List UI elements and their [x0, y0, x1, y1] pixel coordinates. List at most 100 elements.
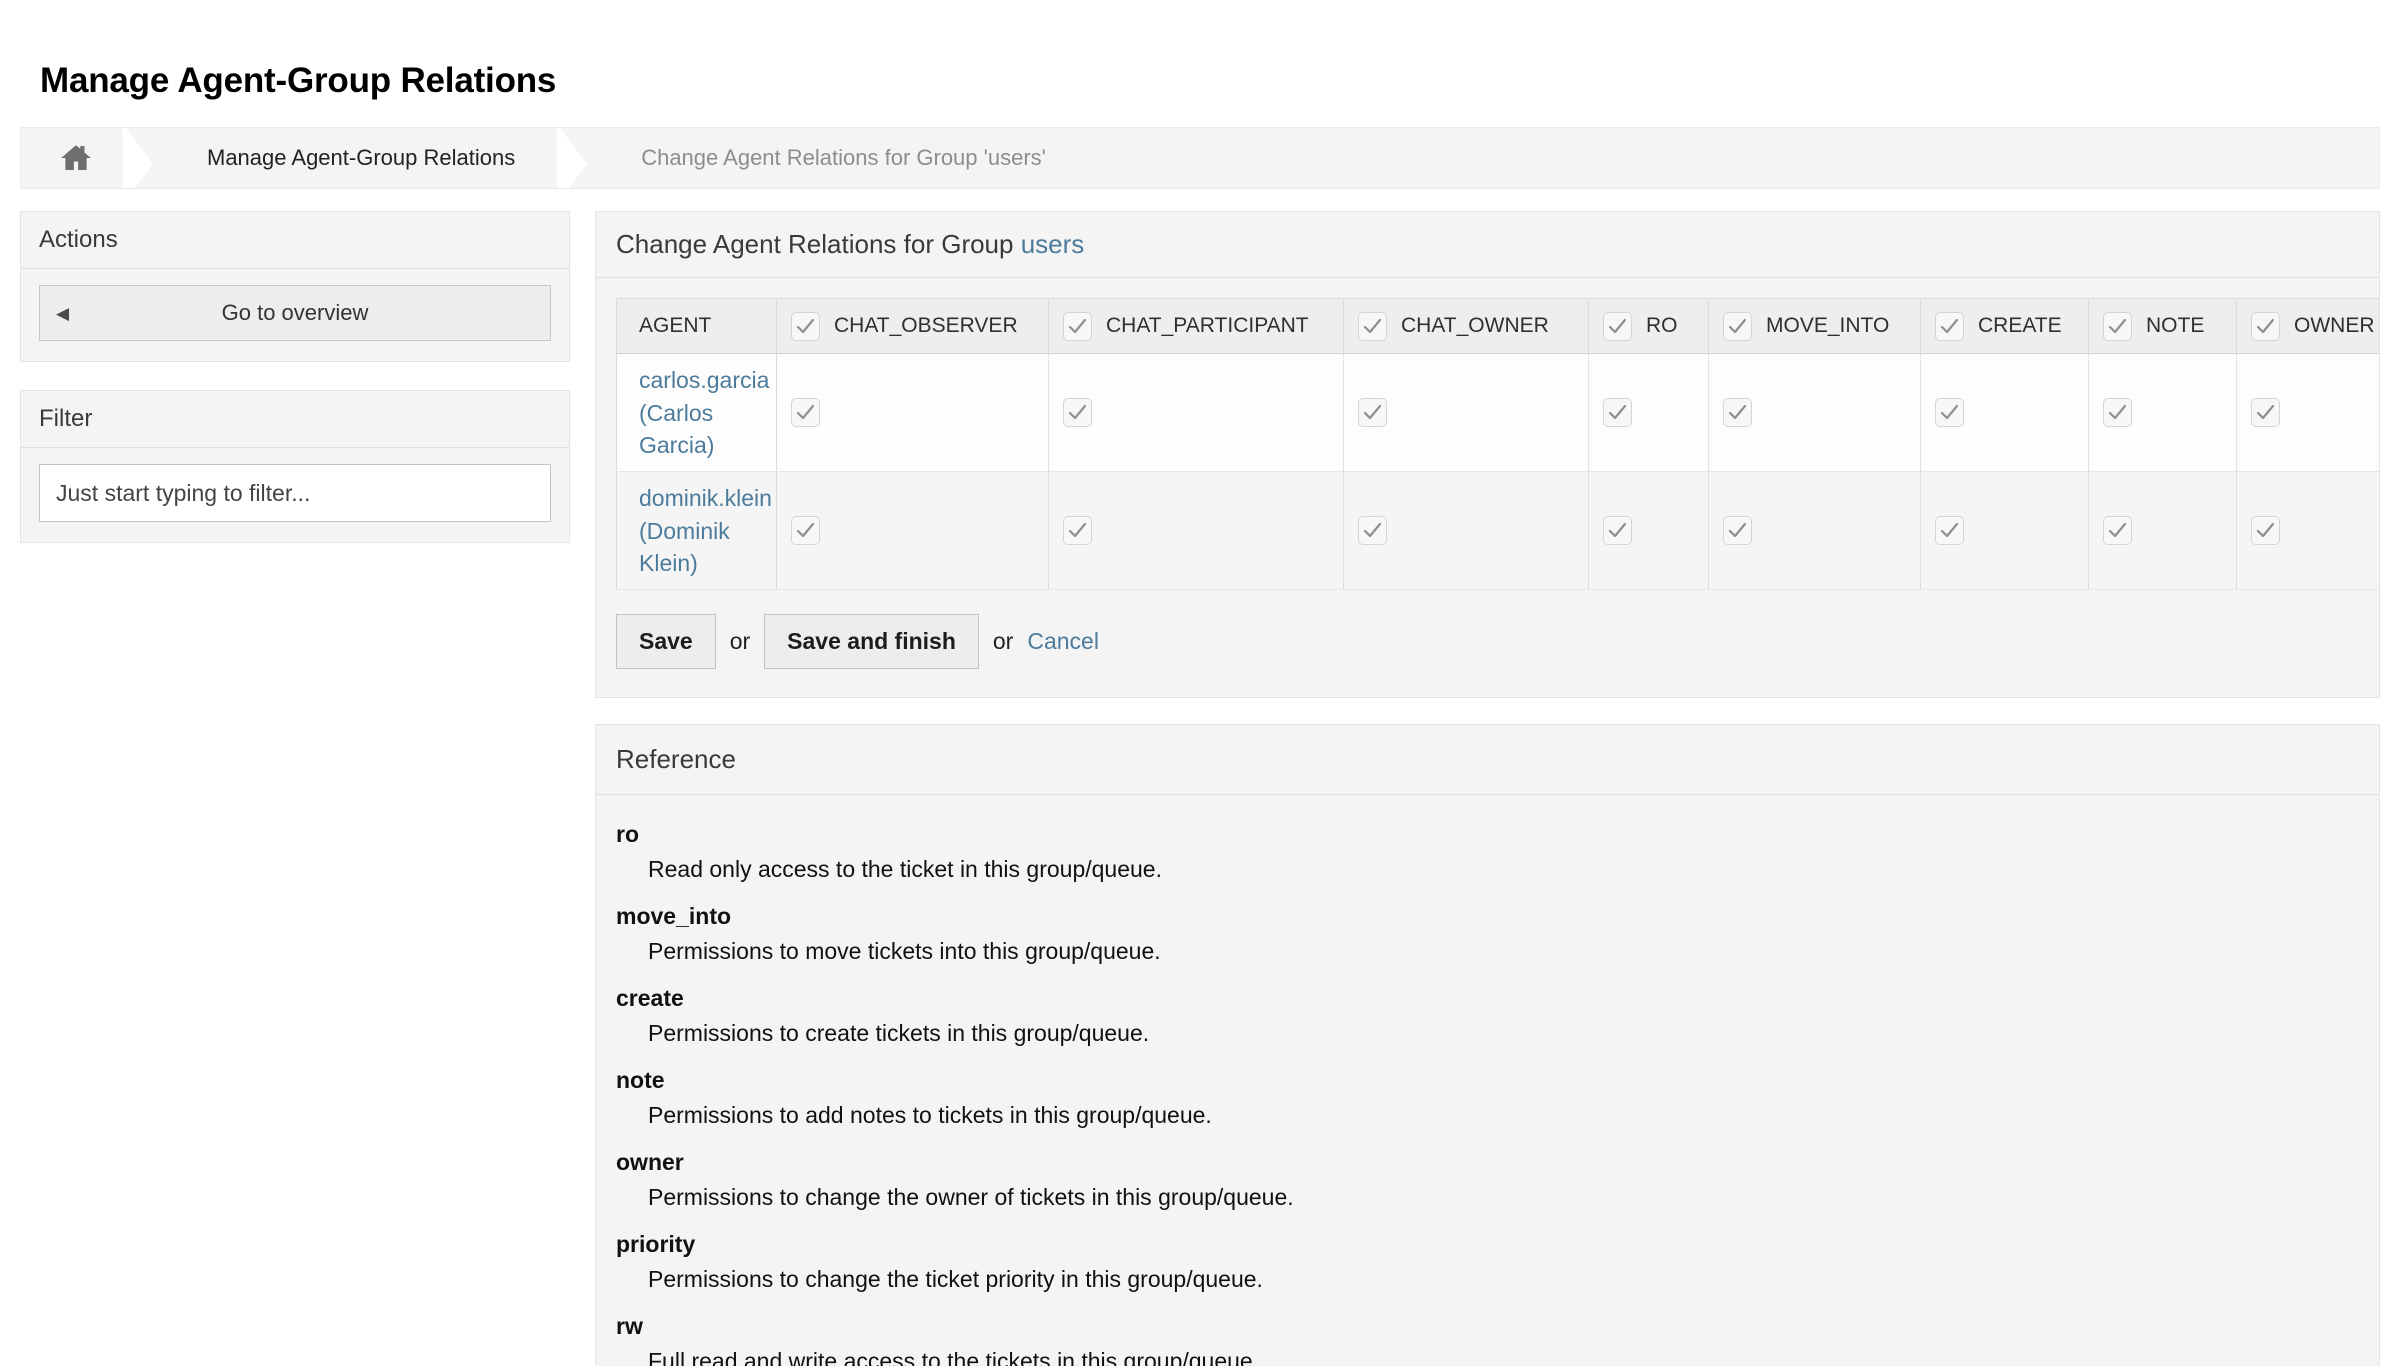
filter-input[interactable] [39, 464, 551, 523]
relations-table-wrap: AGENT CHAT_OBSERVER CHAT_PARTICIPANT CHA… [616, 298, 2379, 591]
reference-definition: Full read and write access to the ticket… [648, 1348, 1260, 1366]
select-all-checkbox-ro[interactable] [1603, 311, 1632, 341]
select-all-checkbox-chat-owner[interactable] [1358, 311, 1387, 341]
column-header-chat-observer: CHAT_OBSERVER [776, 298, 1049, 355]
permission-checkbox[interactable] [791, 398, 820, 428]
column-header-chat-participant: CHAT_PARTICIPANT [1048, 298, 1344, 355]
reference-term: create [616, 985, 684, 1012]
column-header-label: CHAT_PARTICIPANT [1106, 314, 1309, 338]
agent-cell: dominik.klein (Dominik Klein) [616, 471, 777, 591]
go-to-overview-label: Go to overview [221, 300, 369, 326]
reference-term: ro [616, 821, 639, 848]
actions-body: ◀ Go to overview [21, 269, 569, 361]
actions-widget: Actions ◀ Go to overview [20, 211, 570, 363]
relations-card-header-group[interactable]: users [1021, 229, 1085, 259]
permission-checkbox[interactable] [2103, 516, 2132, 546]
column-header-create: CREATE [1920, 298, 2089, 355]
home-icon [59, 141, 93, 175]
or-separator-1: or [729, 628, 751, 655]
breadcrumb-item-0[interactable]: Manage Agent-Group Relations [169, 128, 558, 189]
column-header-move-into: MOVE_INTO [1708, 298, 1921, 355]
permission-checkbox[interactable] [1063, 398, 1092, 428]
column-header-agent: AGENT [616, 298, 777, 355]
reference-term: priority [616, 1231, 696, 1258]
breadcrumb-home[interactable] [21, 128, 123, 189]
filter-widget: Filter [20, 390, 570, 544]
permission-checkbox[interactable] [1935, 398, 1964, 428]
column-header-label: CREATE [1978, 314, 2062, 338]
permission-checkbox[interactable] [1723, 516, 1752, 546]
column-header-label: NOTE [2146, 314, 2205, 338]
permission-cell-ro [1588, 353, 1709, 473]
page-title: Manage Agent-Group Relations [40, 61, 557, 101]
filter-body [21, 448, 569, 542]
permission-checkbox[interactable] [1723, 398, 1752, 428]
select-all-checkbox-create[interactable] [1935, 311, 1964, 341]
agent-link[interactable]: dominik.klein (Dominik Klein) [639, 482, 772, 580]
reference-term: rw [616, 1313, 643, 1340]
page-content: Actions ◀ Go to overview Filter C [0, 189, 2400, 1366]
reference-definition: Permissions to add notes to tickets in t… [648, 1102, 1212, 1129]
save-button[interactable]: Save [616, 614, 716, 670]
or-separator-2: or [992, 628, 1014, 655]
relations-card-header-prefix: Change Agent Relations for Group [616, 229, 1021, 260]
permission-checkbox[interactable] [791, 516, 820, 546]
agent-group-relations-table: AGENT CHAT_OBSERVER CHAT_PARTICIPANT CHA… [616, 298, 2379, 591]
breadcrumb-item-label: Manage Agent-Group Relations [207, 145, 516, 171]
table-row: dominik.klein (Dominik Klein) [616, 471, 2379, 591]
permission-checkbox[interactable] [1603, 398, 1632, 428]
breadcrumb-item-label: Change Agent Relations for Group 'users' [641, 145, 1046, 171]
filter-header: Filter [21, 391, 569, 449]
reference-definition: Read only access to the ticket in this g… [648, 856, 1162, 883]
permission-cell-move-into [1708, 353, 1921, 473]
permission-cell-note [2088, 471, 2237, 591]
permission-checkbox[interactable] [1935, 516, 1964, 546]
table-header-row: AGENT CHAT_OBSERVER CHAT_PARTICIPANT CHA… [616, 298, 2379, 355]
breadcrumb-separator [557, 128, 603, 189]
reference-definition: Permissions to change the ticket priorit… [648, 1266, 1263, 1293]
column-header-label: CHAT_OWNER [1401, 314, 1549, 338]
cancel-link[interactable]: Cancel [1027, 628, 1099, 655]
permission-cell-note [2088, 353, 2237, 473]
save-and-finish-button[interactable]: Save and finish [764, 614, 979, 670]
select-all-checkbox-owner[interactable] [2251, 311, 2280, 341]
table-row: carlos.garcia (Carlos Garcia) [616, 353, 2379, 473]
relations-card-body: AGENT CHAT_OBSERVER CHAT_PARTICIPANT CHA… [596, 278, 2379, 697]
app-root: Manage Agent-Group Relations Manage Agen… [0, 0, 2400, 1366]
reference-body: ro Read only access to the ticket in thi… [596, 795, 2379, 1366]
caret-left-icon: ◀ [56, 303, 70, 323]
permission-cell-owner [2236, 353, 2379, 473]
sidebar: Actions ◀ Go to overview Filter [20, 211, 570, 571]
column-header-label: RO [1646, 314, 1678, 338]
reference-definition: Permissions to move tickets into this gr… [648, 938, 1161, 965]
reference-widget: Reference ro Read only access to the tic… [595, 724, 2380, 1366]
permission-cell-create [1920, 471, 2089, 591]
form-actions: Save or Save and finish or Cancel [616, 590, 2379, 697]
permission-checkbox[interactable] [2103, 398, 2132, 428]
select-all-checkbox-chat-observer[interactable] [791, 311, 820, 341]
select-all-checkbox-move-into[interactable] [1723, 311, 1752, 341]
permission-cell-chat-owner [1343, 471, 1589, 591]
column-header-owner: OWNER [2236, 298, 2379, 355]
column-header-label: OWNER [2294, 314, 2375, 338]
agent-link[interactable]: carlos.garcia (Carlos Garcia) [639, 364, 769, 462]
select-all-checkbox-chat-participant[interactable] [1063, 311, 1092, 341]
go-to-overview-button[interactable]: ◀ Go to overview [39, 285, 551, 342]
breadcrumb-item-1: Change Agent Relations for Group 'users' [603, 128, 1088, 189]
permission-cell-chat-participant [1048, 353, 1344, 473]
permission-cell-chat-owner [1343, 353, 1589, 473]
permission-checkbox[interactable] [2251, 398, 2280, 428]
permission-checkbox[interactable] [1358, 516, 1387, 546]
permission-cell-create [1920, 353, 2089, 473]
reference-term: owner [616, 1149, 684, 1176]
permission-checkbox[interactable] [2251, 516, 2280, 546]
permission-checkbox[interactable] [1603, 516, 1632, 546]
breadcrumb-separator [123, 128, 169, 189]
column-header-note: NOTE [2088, 298, 2237, 355]
select-all-checkbox-note[interactable] [2103, 311, 2132, 341]
actions-header: Actions [21, 212, 569, 270]
reference-definition: Permissions to change the owner of ticke… [648, 1184, 1294, 1211]
permission-checkbox[interactable] [1063, 516, 1092, 546]
permission-checkbox[interactable] [1358, 398, 1387, 428]
breadcrumb: Manage Agent-Group Relations Change Agen… [20, 127, 2380, 190]
